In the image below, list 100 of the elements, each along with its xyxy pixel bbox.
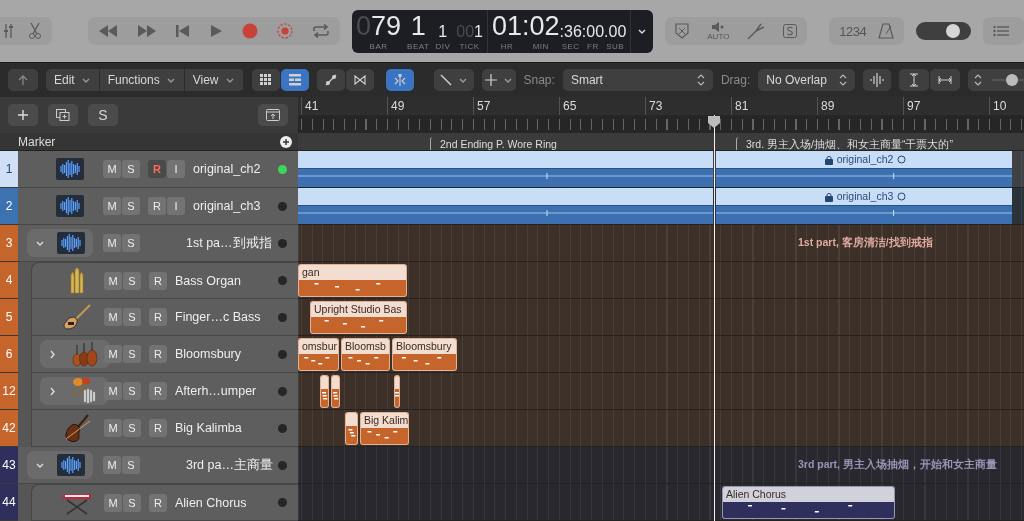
track-name[interactable]: original_ch2 — [193, 162, 278, 176]
track-header[interactable]: M S R Bloomsbury — [31, 336, 298, 373]
midi-region[interactable]: Bloomsb — [341, 338, 390, 371]
track-icon-panel[interactable] — [40, 340, 110, 368]
toolbar-button[interactable] — [345, 69, 374, 91]
track-header[interactable]: M S 3rd pa…主商量 — [18, 447, 298, 484]
track-header[interactable]: M S R Bass Organ — [31, 262, 298, 299]
track-toggle-button[interactable]: S — [123, 382, 141, 400]
track-header[interactable]: M S R Big Kalimba — [31, 410, 298, 447]
track-name[interactable]: Finger…c Bass — [175, 310, 278, 324]
collapse-button[interactable] — [258, 104, 288, 126]
drag-dropdown[interactable]: No Overlap — [758, 69, 856, 91]
track-toggle-button[interactable]: M — [104, 345, 122, 363]
track-toggle-button[interactable]: S — [123, 493, 141, 512]
record-enable-button[interactable]: R — [149, 382, 167, 400]
menu-button[interactable]: View — [184, 69, 244, 91]
track-toggle-button[interactable]: S — [123, 271, 141, 290]
track-name[interactable]: Afterh…umper — [175, 384, 278, 398]
chevron-right-icon[interactable] — [48, 386, 58, 396]
midi-region[interactable]: Bloomsbury — [392, 338, 457, 371]
track-toggle-button[interactable]: M — [103, 197, 121, 215]
track-header[interactable]: M S R Alien Chorus — [31, 484, 298, 521]
view-toggle[interactable] — [251, 69, 280, 91]
solo-button[interactable]: S — [88, 104, 118, 126]
track-toggle-button[interactable]: M — [104, 308, 122, 326]
track-toggle-button[interactable]: M — [104, 419, 122, 437]
input-monitor-button[interactable]: I — [167, 197, 185, 215]
volume-slider-thumb[interactable] — [946, 24, 961, 38]
midi-region[interactable]: Big Kalim — [360, 412, 409, 445]
track-name[interactable]: 3rd pa…主商量 — [186, 456, 278, 474]
track-toggle-button[interactable]: M — [104, 382, 122, 400]
midi-region[interactable] — [394, 375, 400, 408]
midi-region[interactable] — [331, 375, 340, 408]
track-toggle-button[interactable]: S — [122, 160, 140, 178]
midi-region[interactable] — [320, 375, 329, 408]
duplicate-track-button[interactable] — [48, 104, 78, 126]
track-toggle-button[interactable]: S — [122, 234, 140, 252]
track-toggle-button[interactable]: M — [104, 493, 122, 512]
midi-region[interactable]: Upright Studio Bas — [310, 301, 407, 334]
marker-track-header[interactable]: Marker — [0, 133, 298, 151]
record-enable-button[interactable]: R — [149, 271, 167, 290]
record-enable-button[interactable]: R — [148, 160, 166, 178]
rewind-icon[interactable] — [98, 24, 118, 38]
track-name[interactable]: 1st pa…到戒指 — [186, 234, 278, 252]
track-name[interactable]: Big Kalimba — [175, 421, 278, 435]
marker-label[interactable]: 3rd. 男主入场/抽烟、和女主商量“干票大的” — [736, 137, 953, 150]
marker-label[interactable]: 2nd Ending P. Wore Ring — [430, 137, 557, 150]
track-toggle-button[interactable]: M — [104, 271, 122, 290]
view-toggle[interactable] — [280, 69, 309, 91]
horizontal-zoom-button[interactable] — [930, 69, 961, 91]
record-enable-button[interactable]: R — [149, 345, 167, 363]
menu-button[interactable]: Functions — [99, 69, 185, 91]
record-enable-button[interactable]: R — [148, 197, 166, 215]
track-name[interactable]: Bloomsbury — [175, 347, 278, 361]
track-toggle-button[interactable]: S — [122, 456, 140, 474]
midi-region[interactable] — [345, 412, 358, 445]
shield-x-icon[interactable] — [675, 23, 690, 39]
tuning-fork-icon[interactable] — [747, 22, 766, 40]
zoom-slider-thumb[interactable] — [1006, 74, 1018, 86]
cycle-icon[interactable] — [312, 24, 330, 38]
automation-label[interactable]: AUTO — [707, 31, 730, 41]
scissors-icon[interactable] — [28, 22, 42, 40]
track-icon-panel[interactable] — [40, 377, 108, 405]
zoom-control[interactable] — [968, 69, 1024, 91]
chevron-right-icon[interactable] — [48, 349, 58, 359]
input-monitor-button[interactable]: I — [167, 160, 185, 178]
track-header[interactable]: M S R Afterh…umper — [31, 373, 298, 410]
toolbar-button[interactable] — [316, 69, 345, 91]
record-enable-button[interactable]: R — [149, 308, 167, 326]
audio-region[interactable] — [298, 151, 713, 187]
track-toggle-button[interactable]: M — [103, 456, 121, 474]
track-toggle-button[interactable]: S — [123, 345, 141, 363]
midi-region[interactable]: gan — [298, 264, 407, 297]
solo-s-icon[interactable] — [783, 24, 798, 38]
track-toggle-button[interactable]: M — [103, 160, 121, 178]
metronome-icon[interactable] — [878, 23, 895, 39]
secondary-tool-menu[interactable] — [481, 69, 516, 91]
track-toggle-button[interactable]: S — [123, 419, 141, 437]
midi-region[interactable]: Alien Chorus — [722, 486, 895, 519]
record-enable-button[interactable]: R — [149, 419, 167, 437]
add-marker-icon[interactable] — [280, 135, 292, 148]
track-header[interactable]: M S R Finger…c Bass — [31, 299, 298, 336]
track-header[interactable]: M S R I original_ch2 — [18, 151, 298, 188]
track-header[interactable]: M S R I original_ch3 — [18, 188, 298, 225]
audio-region[interactable] — [298, 188, 713, 224]
track-header[interactable]: M S 1st pa…到戒指 — [18, 225, 298, 262]
track-icon-panel[interactable] — [27, 451, 93, 479]
menu-button[interactable]: Edit — [46, 69, 100, 91]
volume-slider[interactable] — [916, 22, 971, 40]
track-icon-panel[interactable] — [27, 229, 93, 257]
track-name[interactable]: original_ch3 — [193, 199, 278, 213]
play-icon[interactable] — [209, 24, 223, 38]
fast-forward-icon[interactable] — [137, 24, 157, 38]
waveform-zoom-button[interactable] — [863, 69, 892, 91]
list-icon[interactable] — [992, 25, 1009, 37]
pointer-tool-menu[interactable] — [433, 69, 474, 91]
midi-region[interactable]: omsbur — [298, 338, 339, 371]
record-enable-button[interactable]: R — [149, 493, 167, 512]
track-toggle-button[interactable]: S — [122, 197, 140, 215]
track-toggle-button[interactable]: M — [103, 234, 121, 252]
